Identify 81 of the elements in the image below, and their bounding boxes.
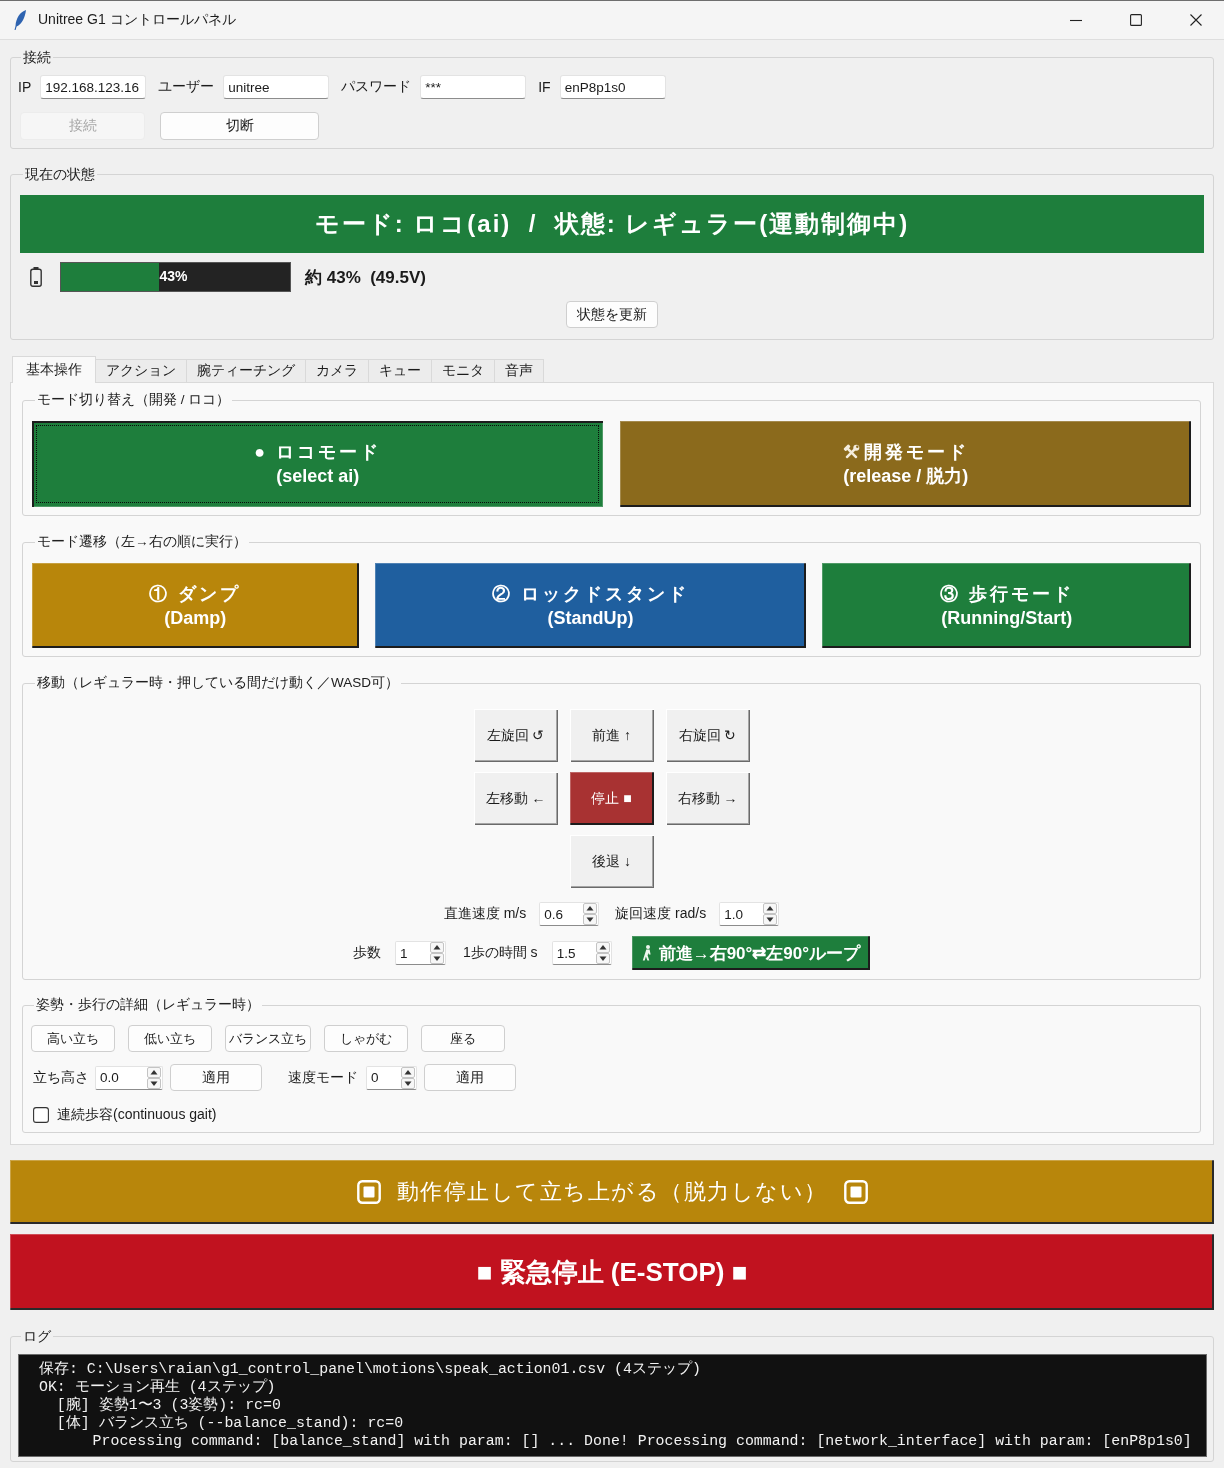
walk-mode-button[interactable]: ③ 歩行モード (Running/Start) <box>822 563 1191 648</box>
tab[interactable]: カメラ <box>305 359 369 382</box>
walking-person-icon <box>641 945 653 961</box>
log-line: [腕] 姿勢1〜3 (3姿勢): rc=0 <box>55 1396 282 1414</box>
loop-walk-button[interactable]: 前進→右90°⇄左90°ループ <box>631 936 871 970</box>
stop-button[interactable]: 停止 ■ <box>569 772 654 825</box>
stand-up-button[interactable]: ② ロックドスタンド (StandUp) <box>374 563 807 648</box>
spin-arrows-icon[interactable] <box>429 942 444 964</box>
spin-arrows-icon[interactable] <box>595 942 610 964</box>
user-field[interactable]: unitree <box>223 75 330 99</box>
ip-label: IP <box>18 79 32 95</box>
stand-height-label: 立ち高さ <box>33 1068 89 1087</box>
tab[interactable]: アクション <box>95 359 187 382</box>
linear-speed-label: 直進速度 m/s <box>443 905 527 923</box>
spin-arrows-icon[interactable] <box>147 1066 161 1089</box>
turn-right-button[interactable]: 右旋回 ↻ <box>665 709 750 762</box>
backward-button[interactable]: 後退 ↓ <box>569 835 654 888</box>
apply-button[interactable]: 適用 <box>424 1064 516 1091</box>
step-time-label: 1歩の時間 s <box>462 944 538 962</box>
move-right-button[interactable]: 右移動 → <box>665 772 750 825</box>
window-title: Unitree G1 コントロールパネル <box>38 11 236 29</box>
interface-label: IF <box>538 79 551 95</box>
log-line: 保存: C:\Users\raian\g1_control_panel\motions\speak_action01.csv (4ステップ) <box>39 1360 702 1378</box>
loco-mode-button[interactable]: ● ロコモード (select ai) <box>32 421 604 507</box>
log-line: OK: モーション再生 (4ステップ) <box>39 1378 277 1396</box>
group-title: モード遷移（左→右の順に実行） <box>37 534 247 549</box>
emergency-stop-button[interactable]: ■ 緊急停止 (E-STOP) ■ <box>10 1234 1214 1310</box>
refresh-status-button[interactable]: 状態を更新 <box>566 301 658 328</box>
dev-mode-button[interactable]: 開発モード (release / 脱力) <box>620 421 1191 507</box>
posture-preset-button[interactable]: 高い立ち <box>31 1025 115 1052</box>
spin-arrows-icon[interactable] <box>763 903 778 925</box>
move-left-button[interactable]: 左移動 ← <box>473 772 558 825</box>
framed-square-icon <box>843 1180 868 1204</box>
tools-icon <box>842 443 860 461</box>
stand-height-spinbox[interactable]: 0.0 <box>95 1065 163 1090</box>
maximize-icon[interactable] <box>1130 14 1142 26</box>
checkbox[interactable] <box>33 1107 49 1123</box>
forward-button[interactable]: 前進 ↑ <box>569 709 654 762</box>
ip-field[interactable]: 192.168.123.16 <box>40 75 147 99</box>
checkbox-label[interactable]: 連続歩容(continuous gait) <box>57 1106 217 1124</box>
speed-mode-label: 速度モード <box>288 1068 358 1087</box>
turn-speed-spinbox[interactable]: 1.0 <box>719 902 780 926</box>
group-title: 姿勢・歩行の詳細（レギュラー時） <box>36 997 260 1012</box>
posture-preset-button[interactable]: 低い立ち <box>128 1025 212 1052</box>
battery-reading: 約 43% (49.5V) <box>305 266 426 289</box>
group-title: 接続 <box>23 49 51 65</box>
framed-square-icon <box>356 1180 381 1204</box>
linear-speed-spinbox[interactable]: 0.6 <box>539 902 600 926</box>
step-count-label: 歩数 <box>352 944 381 962</box>
battery-percent-label: 43% <box>159 268 188 284</box>
group-title: 移動（レギュラー時・押している間だけ動く／WASD可） <box>37 675 399 690</box>
spin-arrows-icon[interactable] <box>401 1066 415 1089</box>
step-count-spinbox[interactable]: 1 <box>394 941 446 965</box>
password-label: パスワード <box>341 78 412 96</box>
tab[interactable]: モニタ <box>431 359 495 382</box>
apply-button[interactable]: 適用 <box>170 1064 262 1091</box>
speed-mode-spinbox[interactable]: 0 <box>366 1065 417 1090</box>
turn-left-button[interactable]: 左旋回 ↺ <box>473 709 558 762</box>
group-title: 現在の状態 <box>25 166 95 182</box>
disconnect-button[interactable]: 切断 <box>160 112 319 140</box>
interface-field[interactable]: enP8p1s0 <box>559 75 666 99</box>
password-field[interactable]: *** <box>420 75 527 99</box>
mode-status-banner: モード: ロコ(ai) / 状態: レギュラー(運動制御中) <box>20 195 1204 253</box>
turn-speed-label: 旋回速度 rad/s <box>615 905 707 923</box>
feather-icon <box>13 9 27 31</box>
tab[interactable]: 基本操作 <box>12 356 96 383</box>
group-title: ログ <box>23 1328 51 1344</box>
posture-preset-button[interactable]: 座る <box>421 1025 505 1052</box>
group-title: モード切り替え（開発 / ロコ） <box>37 392 231 407</box>
log-line: [体] バランス立ち (--balance_stand): rc=0 <box>55 1414 405 1432</box>
step-time-spinbox[interactable]: 1.5 <box>551 941 612 965</box>
user-label: ユーザー <box>158 78 215 96</box>
close-icon[interactable] <box>1190 14 1202 26</box>
log-line: Processing command: [balance_stand] with param: [] ... Done! Processing command: [network_interface] with param: [enP8p1s0] <box>91 1432 1193 1450</box>
battery-icon <box>30 267 42 287</box>
tab[interactable]: キュー <box>368 359 432 382</box>
posture-preset-button[interactable]: バランス立ち <box>225 1025 311 1052</box>
tab[interactable]: 音声 <box>494 359 544 382</box>
tab[interactable]: 腕ティーチング <box>186 359 306 382</box>
spin-arrows-icon[interactable] <box>583 903 598 925</box>
posture-preset-button[interactable]: しゃがむ <box>324 1025 408 1052</box>
